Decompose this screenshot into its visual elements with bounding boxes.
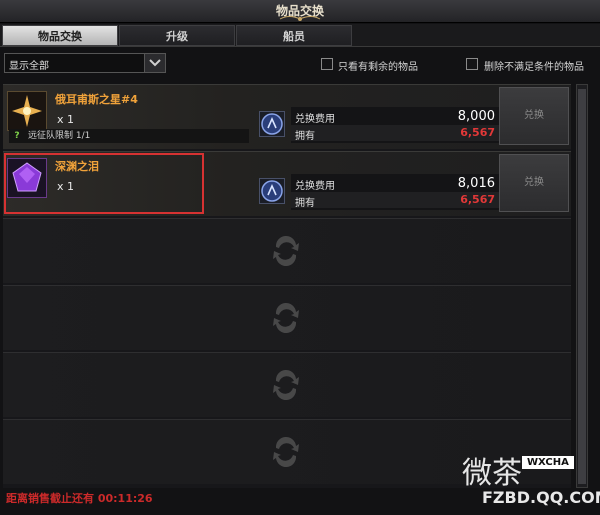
tab-crew[interactable]: 船员 — [236, 25, 352, 46]
only-remaining-checkbox[interactable] — [321, 58, 333, 70]
chevron-down-icon[interactable] — [144, 54, 165, 72]
item-name: 深渊之泪 — [55, 160, 99, 173]
item-quantity: x 1 — [57, 180, 75, 193]
owned-value: 6,567 — [460, 126, 495, 139]
exchange-arrows-icon — [273, 302, 299, 334]
tab-item-exchange[interactable]: 物品交换 — [2, 25, 118, 46]
sale-countdown: 距离销售截止还有 00:11:26 — [6, 492, 153, 505]
cost-panel: 兑换费用 8,000 拥有 6,567 — [291, 107, 499, 143]
exchange-list: 俄耳甫斯之星#4 x 1 ? 远征队限制 1/1 兑换费用 8,000 拥有 6,… — [3, 84, 571, 488]
exchange-arrows-icon — [273, 369, 299, 401]
exchange-arrows-icon — [273, 235, 299, 267]
limit-info: ? 远征队限制 1/1 — [9, 129, 249, 143]
empty-slot — [3, 285, 571, 350]
empty-slot — [3, 218, 571, 283]
remove-unmet-checkbox[interactable] — [466, 58, 478, 70]
currency-coin-icon — [259, 111, 285, 137]
gem-item-icon — [7, 158, 47, 198]
tab-upgrade[interactable]: 升级 — [119, 25, 235, 46]
owned-label: 拥有 — [295, 131, 315, 142]
list-item: 俄耳甫斯之星#4 x 1 ? 远征队限制 1/1 兑换费用 8,000 拥有 6,… — [3, 84, 571, 149]
exchange-arrows-icon — [273, 436, 299, 468]
exchange-button[interactable]: 兑换 — [499, 154, 569, 212]
empty-slot — [3, 352, 571, 417]
limit-label: 远征队限制 1/1 — [28, 131, 91, 141]
owned-label: 拥有 — [295, 198, 315, 209]
cost-value: 8,016 — [457, 176, 495, 191]
cost-value: 8,000 — [457, 109, 495, 124]
title-bar: 物品交换 — [0, 0, 600, 23]
exchange-button[interactable]: 兑换 — [499, 87, 569, 145]
filter-dropdown[interactable]: 显示全部 — [4, 53, 166, 73]
star-item-icon — [7, 91, 47, 131]
list-item: 深渊之泪 x 1 兑换费用 8,016 拥有 6,567 兑换 — [3, 151, 571, 216]
question-icon: ? — [14, 131, 20, 141]
cost-panel: 兑换费用 8,016 拥有 6,567 — [291, 174, 499, 210]
watermark-badge: WXCHA — [522, 456, 574, 469]
item-name: 俄耳甫斯之星#4 — [55, 93, 138, 106]
only-remaining-label: 只看有剩余的物品 — [338, 62, 418, 73]
list-scrollbar[interactable] — [576, 84, 588, 488]
cost-label: 兑换费用 — [295, 114, 335, 125]
title-ornament-icon — [279, 16, 321, 21]
item-quantity: x 1 — [57, 113, 75, 126]
scrollbar-thumb[interactable] — [578, 89, 586, 484]
tab-bar: 物品交换 升级 船员 — [0, 24, 600, 47]
owned-value: 6,567 — [460, 193, 495, 206]
remove-unmet-label: 删除不满足条件的物品 — [484, 62, 584, 73]
filter-selected: 显示全部 — [9, 61, 49, 72]
watermark-url: FZBD.QQ.COM — [482, 488, 600, 507]
watermark-logo: 微茶 — [462, 456, 522, 491]
cost-label: 兑换费用 — [295, 181, 335, 192]
currency-coin-icon — [259, 178, 285, 204]
